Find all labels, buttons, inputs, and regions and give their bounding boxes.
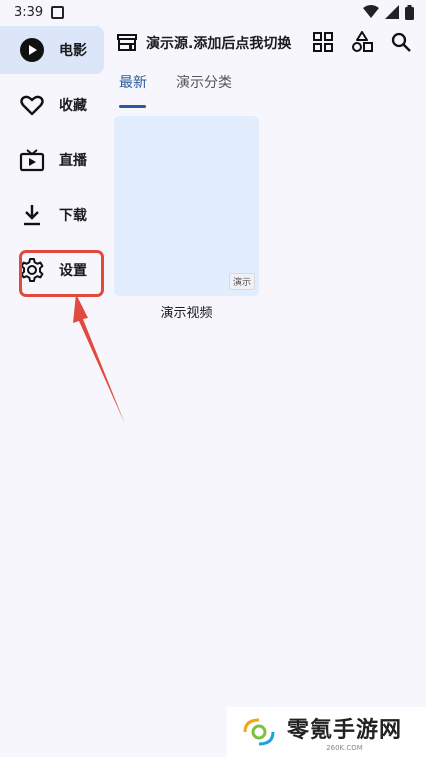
heart-icon [19, 92, 45, 118]
sidebar-item-label: 下载 [59, 208, 87, 224]
sidebar-item-live[interactable]: 直播 [0, 136, 104, 184]
tab-demo-category[interactable]: 演示分类 [176, 72, 232, 102]
status-left: 3:39 [14, 4, 65, 20]
wifi-icon [363, 5, 379, 18]
watermark-title: 零氪手游网 [287, 718, 403, 743]
topbar: 演示源.添加后点我切换 [116, 27, 416, 59]
search-icon[interactable] [390, 31, 412, 53]
video-card-thumbnail[interactable]: 演示 [114, 116, 259, 296]
battery-icon [405, 4, 414, 20]
watermark-subtitle: 260K.COM [326, 744, 363, 752]
signal-icon [385, 5, 399, 19]
tab-latest[interactable]: 最新 [119, 72, 147, 108]
watermark: 零氪手游网 260K.COM [227, 707, 426, 757]
status-time: 3:39 [14, 4, 44, 20]
status-bar: 3:39 [0, 0, 426, 24]
top-actions [312, 31, 412, 53]
notification-icon [51, 5, 65, 19]
grid-icon[interactable] [312, 31, 334, 53]
sidebar-item-label: 直播 [59, 153, 87, 169]
tv-icon [19, 147, 45, 173]
sidebar-item-label: 电影 [59, 43, 87, 59]
source-switch-icon[interactable] [116, 32, 138, 54]
category-shapes-icon[interactable] [351, 31, 373, 53]
watermark-logo [243, 718, 275, 746]
tab-bar: 最新 演示分类 [119, 72, 232, 108]
annotation-arrow [73, 294, 125, 424]
watermark-text: 零氪手游网 260K.COM [287, 712, 402, 752]
status-right [363, 4, 414, 20]
sidebar-item-movies[interactable]: 电影 [0, 26, 104, 74]
download-icon [19, 202, 45, 228]
sidebar-item-favorites[interactable]: 收藏 [0, 81, 104, 129]
source-title[interactable]: 演示源.添加后点我切换 [146, 33, 291, 53]
sidebar-item-label: 收藏 [59, 98, 87, 114]
play-circle-icon [19, 37, 45, 63]
video-badge: 演示 [228, 273, 255, 290]
video-title[interactable]: 演示视频 [114, 302, 259, 321]
sidebar-item-download[interactable]: 下载 [0, 191, 104, 239]
